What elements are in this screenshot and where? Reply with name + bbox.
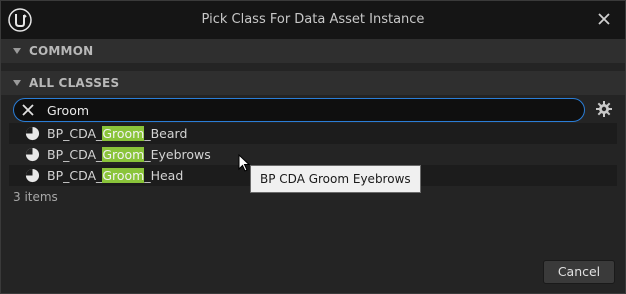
data-asset-pie-icon — [25, 147, 40, 162]
section-common-label: COMMON — [29, 44, 94, 58]
search-box — [13, 98, 585, 122]
search-input[interactable] — [47, 101, 567, 119]
clear-search-icon[interactable] — [20, 102, 36, 118]
list-item-label: BP_CDA_Groom_Beard — [47, 126, 188, 141]
list-item-label: BP_CDA_Groom_Head — [47, 168, 184, 183]
expand-triangle-icon — [13, 48, 21, 54]
expand-triangle-icon — [13, 80, 21, 86]
search-match-highlight: Groom — [102, 126, 145, 141]
search-match-highlight: Groom — [102, 147, 145, 162]
data-asset-pie-icon — [25, 168, 40, 183]
list-item[interactable]: BP_CDA_Groom_Eyebrows — [9, 144, 617, 165]
pick-class-dialog: Pick Class For Data Asset Instance COMMO… — [0, 0, 626, 294]
title-bar: Pick Class For Data Asset Instance — [1, 1, 625, 40]
settings-gear-icon[interactable] — [595, 100, 613, 118]
item-count: 3 items — [13, 190, 58, 204]
data-asset-pie-icon — [25, 126, 40, 141]
list-item-label: BP_CDA_Groom_Eyebrows — [47, 147, 211, 162]
list-item[interactable]: BP_CDA_Groom_Beard — [9, 123, 617, 144]
section-all-classes-label: ALL CLASSES — [29, 76, 120, 90]
dialog-title: Pick Class For Data Asset Instance — [201, 12, 425, 27]
mouse-cursor-icon — [238, 154, 251, 172]
section-common[interactable]: COMMON — [1, 39, 625, 63]
search-match-highlight: Groom — [102, 168, 145, 183]
section-all-classes[interactable]: ALL CLASSES — [1, 71, 625, 95]
tooltip: BP CDA Groom Eyebrows — [250, 165, 421, 193]
close-icon[interactable] — [595, 10, 613, 28]
cancel-button[interactable]: Cancel — [543, 260, 615, 284]
